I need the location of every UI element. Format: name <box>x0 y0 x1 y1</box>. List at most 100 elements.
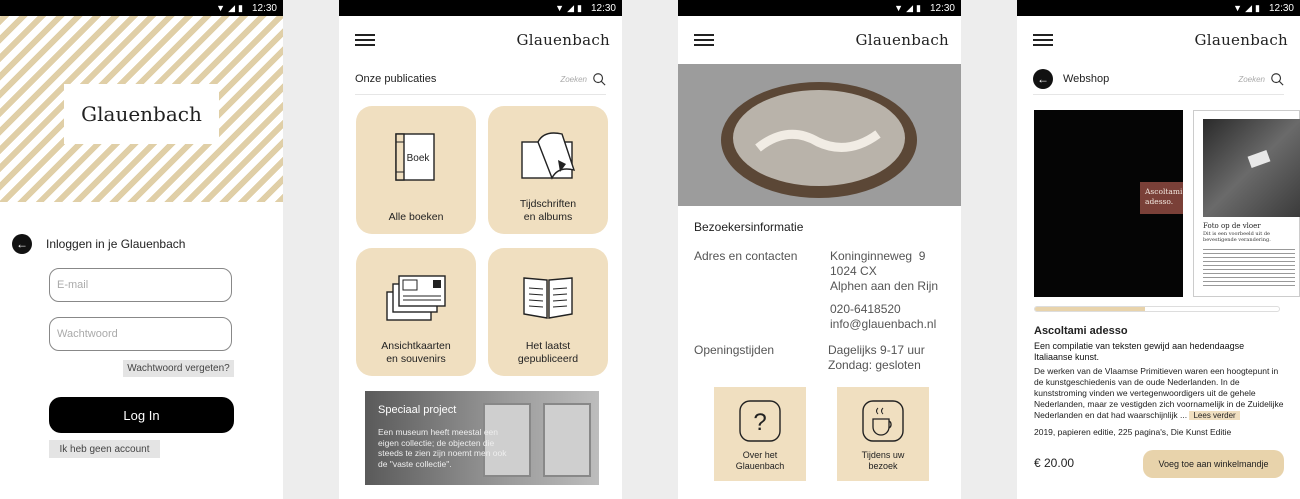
oval-artwork-image <box>678 64 961 206</box>
tile-label: Tijdschriften en albums <box>519 198 577 223</box>
signal-icons: ▼◢▮ <box>894 2 924 13</box>
coffee-cup-icon <box>862 400 904 442</box>
brand-logo: Glauenbach <box>1194 31 1288 49</box>
page-body-text <box>1203 249 1295 289</box>
back-arrow-icon[interactable]: ← <box>1033 69 1053 89</box>
hours-label: Openingstijden <box>694 343 775 357</box>
menu-icon[interactable] <box>1033 34 1053 46</box>
status-time: 12:30 <box>590 2 616 14</box>
book-icon: Boek <box>395 133 435 181</box>
search-placeholder: Zoeken <box>1238 74 1265 84</box>
description-text: De werken van de Vlaamse Primitieven war… <box>1034 366 1284 420</box>
svg-text:?: ? <box>753 409 766 436</box>
address-line: Koninginneweg 9 <box>830 249 926 263</box>
forgot-password-button[interactable]: Wachtwoord vergeten? <box>123 360 234 377</box>
address-line: Alphen aan den Rijn <box>830 279 939 293</box>
signal-icons: ▼◢▮ <box>555 2 585 13</box>
login-button[interactable]: Log In <box>49 397 234 433</box>
question-icon: ? <box>739 400 781 442</box>
visit-button[interactable]: Tijdens uw bezoek <box>837 387 929 481</box>
tile-label: Het laatst gepubliceerd <box>517 340 579 365</box>
email-field[interactable]: E-mail <box>49 268 232 302</box>
menu-icon[interactable] <box>694 34 714 46</box>
page-subheading: Dit is een voorbeeld uit de bevestigende… <box>1203 231 1271 243</box>
product-meta: 2019, papieren editie, 225 pagina's, Die… <box>1034 427 1232 437</box>
address-line: 1024 CX <box>830 264 877 278</box>
section-title: Onze publicaties <box>355 73 437 85</box>
tile-latest[interactable]: Het laatst gepubliceerd <box>488 248 608 376</box>
status-time: 12:30 <box>929 2 955 14</box>
search-icon[interactable] <box>1270 72 1284 86</box>
status-time: 12:30 <box>1268 2 1294 14</box>
about-button[interactable]: ? Over het Glauenbach <box>714 387 806 481</box>
login-title: Inloggen in je Glauenbach <box>46 237 186 251</box>
search-input[interactable]: Zoeken <box>560 72 606 86</box>
product-subtitle: Een compilatie van teksten gewijd aan he… <box>1034 341 1245 362</box>
museum-photo <box>678 64 961 206</box>
striped-banner: Glauenbach <box>0 16 283 202</box>
read-more-button[interactable]: Lees verder <box>1189 411 1240 420</box>
phone-number[interactable]: 020-6418520 <box>830 302 938 317</box>
visit-label: Tijdens uw bezoek <box>861 450 905 471</box>
special-project-card[interactable]: Speciaal project Een museum heeft meesta… <box>365 391 599 485</box>
postcards-icon <box>386 275 446 321</box>
email-placeholder: E-mail <box>57 279 89 291</box>
status-bar: ▼◢▮ 12:30 <box>0 0 283 16</box>
app-header: Glauenbach <box>339 16 622 64</box>
login-screen: ▼◢▮ 12:30 Glauenbach ← Inloggen in je Gl… <box>0 0 283 499</box>
back-arrow-icon[interactable]: ← <box>12 234 32 254</box>
book-icon-text: Boek <box>407 153 431 164</box>
signal-icons: ▼◢▮ <box>216 2 246 13</box>
publications-screen: ▼◢▮ 12:30 Glauenbach Onze publicaties Zo… <box>339 0 622 499</box>
app-header: Glauenbach <box>1017 16 1300 64</box>
product-price: € 20.00 <box>1034 456 1075 470</box>
section-title: Webshop <box>1063 73 1110 85</box>
status-time: 12:30 <box>251 2 277 14</box>
search-input[interactable]: Zoeken <box>1238 72 1284 86</box>
webshop-screen: ▼◢▮ 12:30 Glauenbach ← Webshop Zoeken As… <box>1017 0 1300 499</box>
password-placeholder: Wachtwoord <box>57 328 118 340</box>
add-to-cart-button[interactable]: Voeg toe aan winkelmandje <box>1143 450 1284 478</box>
hours-block: Dagelijks 9-17 uur Zondag: gesloten <box>828 343 925 373</box>
menu-icon[interactable] <box>355 34 375 46</box>
product-title: Ascoltami adesso <box>1034 325 1128 337</box>
password-field[interactable]: Wachtwoord <box>49 317 232 351</box>
tile-all-books[interactable]: Boek Alle boeken <box>356 106 476 234</box>
section-bar: ← Webshop Zoeken <box>1033 64 1284 95</box>
photo-object <box>1247 149 1271 169</box>
tile-label: Alle boeken <box>388 211 444 223</box>
special-title: Speciaal project <box>378 404 457 416</box>
tile-postcards[interactable]: Ansichtkaarten en souvenirs <box>356 248 476 376</box>
hours-line: Dagelijks 9-17 uur <box>828 343 925 357</box>
tile-magazines[interactable]: Tijdschriften en albums <box>488 106 608 234</box>
section-bar: Onze publicaties Zoeken <box>355 64 606 95</box>
brand-logo: Glauenbach <box>855 31 949 49</box>
login-header: ← Inloggen in je Glauenbach <box>12 234 185 254</box>
app-header: Glauenbach <box>678 16 961 64</box>
about-label: Over het Glauenbach <box>735 450 785 471</box>
special-text: Een museum heeft meestal een eigen colle… <box>378 427 507 469</box>
search-icon[interactable] <box>592 72 606 86</box>
address-label: Adres en contacten <box>694 249 798 263</box>
product-description: De werken van de Vlaamse Primitieven war… <box>1034 366 1286 421</box>
tile-label: Ansichtkaarten en souvenirs <box>381 340 451 365</box>
status-bar: ▼◢▮ 12:30 <box>1017 0 1300 16</box>
gallery-progress <box>1034 306 1280 312</box>
signal-icons: ▼◢▮ <box>1233 2 1263 13</box>
cover-title: Ascoltami adesso. <box>1140 182 1183 214</box>
no-account-button[interactable]: Ik heb geen account <box>49 440 160 458</box>
progress-fill <box>1035 307 1145 311</box>
visitor-info-screen: ▼◢▮ 12:30 Glauenbach Bezoekersinformatie… <box>678 0 961 499</box>
brand-logo: Glauenbach <box>64 84 219 144</box>
status-bar: ▼◢▮ 12:30 <box>678 0 961 16</box>
email-address[interactable]: info@glauenbach.nl <box>830 317 938 332</box>
artwork-frame <box>543 403 591 477</box>
open-book-icon <box>523 277 573 319</box>
page-photo <box>1203 119 1300 217</box>
book-page-preview[interactable]: Foto op de vloer Dit is een voorbeeld ui… <box>1193 110 1300 297</box>
book-cover[interactable]: Ascoltami adesso. <box>1034 110 1183 297</box>
magazine-icon <box>521 132 576 180</box>
status-bar: ▼◢▮ 12:30 <box>339 0 622 16</box>
info-title: Bezoekersinformatie <box>694 220 804 234</box>
hours-line: Zondag: gesloten <box>828 358 921 372</box>
